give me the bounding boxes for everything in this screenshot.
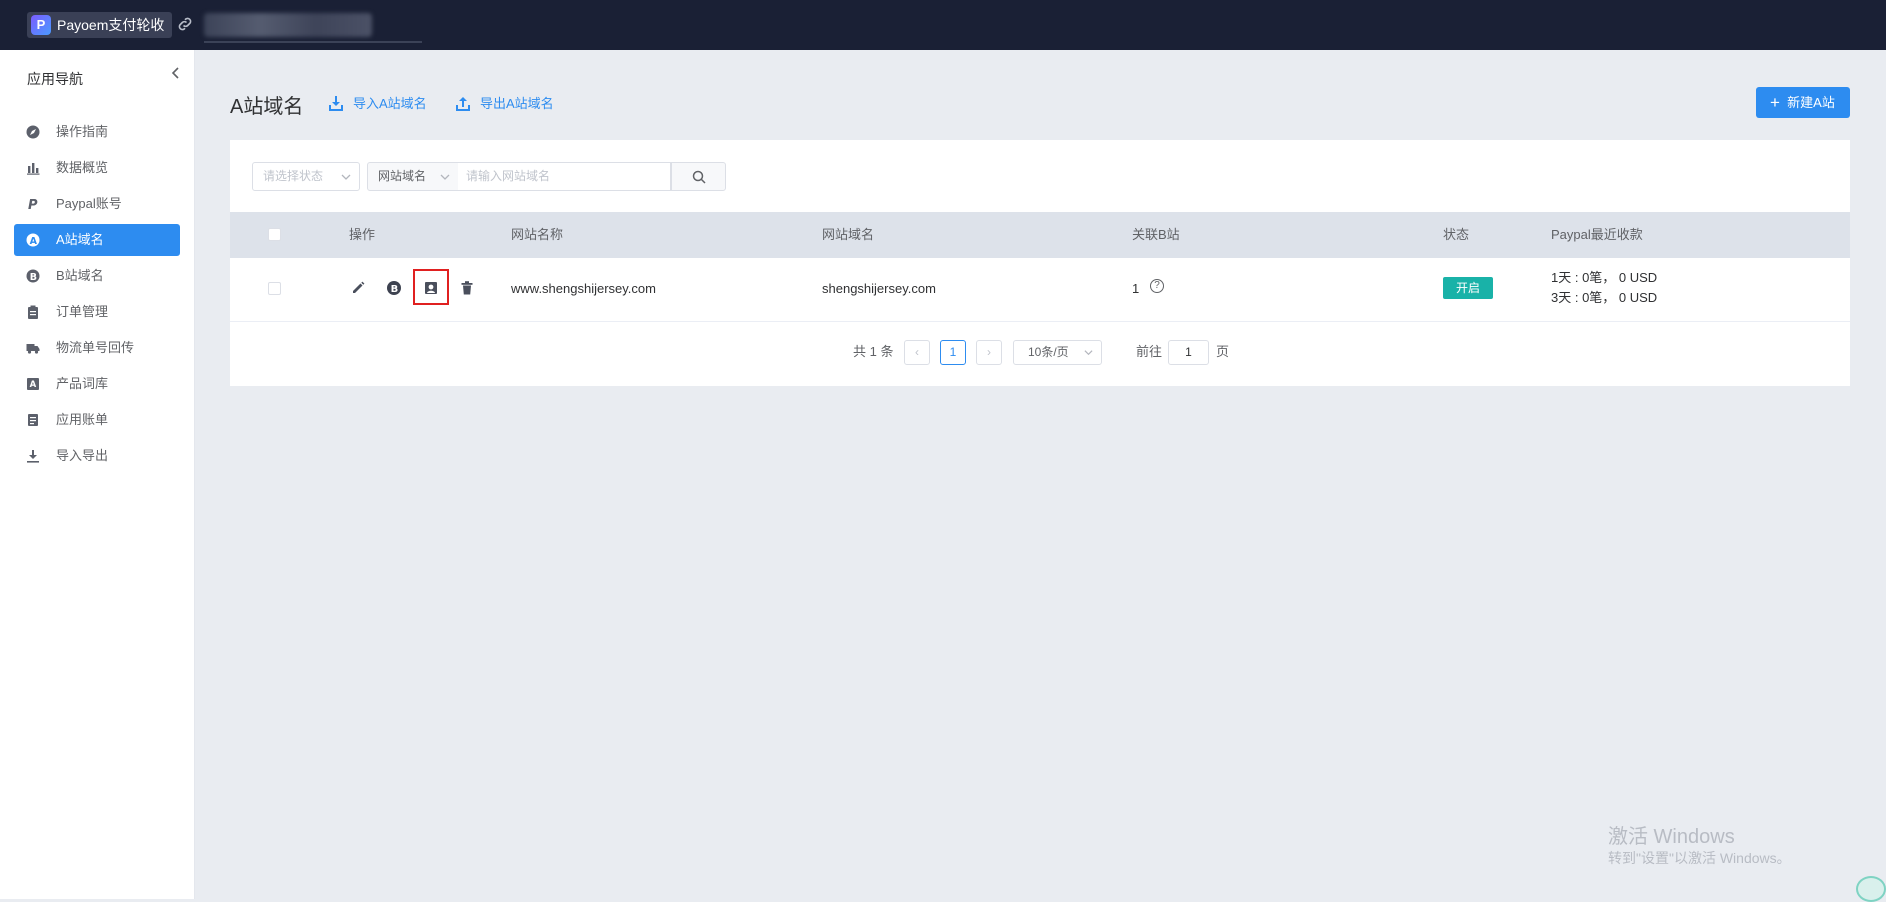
next-page-button[interactable]: ›: [976, 340, 1002, 365]
column-header: 状态: [1443, 227, 1470, 242]
sidebar-item-label: 数据概览: [56, 160, 109, 175]
sidebar-title: 应用导航: [27, 71, 83, 87]
column-header: 操作: [349, 227, 376, 242]
truck-icon: [26, 344, 40, 354]
sidebar-item-label: 物流单号回传: [56, 340, 135, 355]
new-a-site-button[interactable]: + 新建A站: [1756, 87, 1850, 118]
download-icon: [27, 450, 39, 463]
highlight-box: [413, 269, 449, 305]
app-brand-label: Payoem支付轮收: [57, 17, 165, 33]
export-a-domain-label: 导出A站域名: [480, 96, 554, 111]
redacted-url: [204, 13, 372, 37]
chevron-down-icon: [1084, 350, 1093, 356]
select-all-checkbox[interactable]: [268, 228, 281, 241]
sidebar-item-bills[interactable]: 应用账单: [14, 404, 180, 436]
redacted-url-underline: [204, 41, 422, 43]
app-logo-icon: P: [31, 15, 51, 35]
help-circle-icon[interactable]: ?: [1150, 279, 1164, 293]
column-header: 网站名称: [511, 227, 564, 242]
sidebar-item-label: 操作指南: [56, 124, 109, 139]
domain-cell: shengshijersey.com: [822, 281, 936, 296]
chevron-down-icon: [341, 174, 351, 180]
chevron-down-icon: [440, 174, 450, 180]
sidebar-item-overview[interactable]: 数据概览: [14, 152, 180, 184]
app-brand[interactable]: P Payoem支付轮收: [27, 12, 173, 38]
import-a-domain-label: 导入A站域名: [353, 96, 427, 111]
domain-search-input[interactable]: 请输入网站域名: [458, 162, 671, 191]
sidebar-item-label: A站域名: [56, 232, 104, 247]
page-unit-label: 页: [1216, 344, 1230, 359]
site-name-cell: www.shengshijersey.com: [511, 281, 656, 296]
search-field-select-value: 网站域名: [378, 169, 427, 183]
linked-b-count: 1: [1132, 281, 1140, 296]
table-row: B www.shengshijersey.com shengshijersey.…: [230, 258, 1850, 322]
recent-receipt-3day: 3天 : 0笔， 0 USD: [1551, 290, 1658, 305]
sidebar: 应用导航 操作指南 数据概览 P Paypal账号 A A站域名 B B站域名 …: [0, 50, 195, 899]
column-header: 网站域名: [822, 227, 875, 242]
svg-text:A: A: [30, 380, 37, 390]
import-icon: [329, 96, 343, 111]
pagination-total: 共 1 条: [853, 344, 894, 359]
new-a-site-label: 新建A站: [1787, 95, 1835, 110]
recent-receipt-1day: 1天 : 0笔， 0 USD: [1551, 270, 1658, 285]
search-field-select[interactable]: 网站域名: [367, 162, 459, 191]
activation-watermark-title: 激活 Windows: [1608, 826, 1735, 848]
page-number-current[interactable]: 1: [940, 340, 966, 365]
goto-page-input[interactable]: 1: [1168, 340, 1209, 365]
sidebar-item-import-export[interactable]: 导入导出: [14, 440, 180, 472]
content-card: 请选择状态 网站域名 请输入网站域名 操作 网站名称 网站域名 关联B站 状态 …: [230, 140, 1850, 386]
status-select[interactable]: 请选择状态: [252, 162, 360, 191]
sidebar-item-logistics[interactable]: 物流单号回传: [14, 332, 180, 364]
svg-text:P: P: [28, 198, 38, 211]
compass-icon: [26, 125, 40, 139]
column-header: Paypal最近收款: [1551, 227, 1643, 242]
svg-text:B: B: [30, 272, 37, 283]
sidebar-item-label: 产品词库: [56, 376, 109, 391]
sidebar-item-a-domain[interactable]: A A站域名: [14, 224, 180, 256]
sidebar-item-label: 导入导出: [56, 448, 109, 463]
sidebar-item-dictionary[interactable]: A 产品词库: [14, 368, 180, 400]
status-badge: 开启: [1443, 277, 1493, 299]
sidebar-item-guide[interactable]: 操作指南: [14, 116, 180, 148]
bar-chart-icon: [27, 163, 40, 175]
import-a-domain-link[interactable]: 导入A站域名: [327, 95, 427, 113]
sidebar-item-label: Paypal账号: [56, 196, 122, 211]
activation-watermark-subtitle: 转到"设置"以激活 Windows。: [1608, 850, 1791, 866]
sidebar-item-label: B站域名: [56, 268, 104, 283]
b-site-icon-letter: B: [391, 284, 399, 295]
goto-label: 前往: [1136, 344, 1163, 359]
delete-trash-icon[interactable]: [459, 280, 475, 296]
plus-icon: +: [1770, 93, 1780, 112]
page-size-value: 10条/页: [1028, 345, 1069, 359]
svg-text:A: A: [30, 236, 38, 247]
floating-assistant-icon[interactable]: [1856, 876, 1886, 902]
letter-b-icon: B: [26, 269, 40, 283]
sidebar-item-label: 应用账单: [56, 412, 109, 427]
sidebar-item-orders[interactable]: 订单管理: [14, 296, 180, 328]
table-header: 操作 网站名称 网站域名 关联B站 状态 Paypal最近收款: [230, 212, 1850, 258]
prev-page-button[interactable]: ‹: [904, 340, 930, 365]
edit-pencil-icon[interactable]: [350, 280, 366, 296]
link-icon[interactable]: [176, 15, 194, 33]
sidebar-item-b-domain[interactable]: B B站域名: [14, 260, 180, 292]
row-checkbox[interactable]: [268, 282, 281, 295]
status-select-placeholder: 请选择状态: [263, 169, 324, 183]
sidebar-item-label: 订单管理: [56, 304, 109, 319]
b-site-icon[interactable]: B: [386, 280, 402, 296]
export-a-domain-link[interactable]: 导出A站域名: [454, 95, 554, 113]
bill-icon: [28, 414, 38, 426]
dictionary-icon: A: [27, 378, 39, 390]
collapse-chevron-icon[interactable]: [169, 66, 183, 80]
column-header: 关联B站: [1132, 227, 1180, 242]
sidebar-item-paypal[interactable]: P Paypal账号: [14, 188, 180, 220]
search-button[interactable]: [671, 162, 726, 191]
page-title: A站域名: [230, 96, 304, 118]
clipboard-icon: [28, 305, 38, 319]
page-size-select[interactable]: 10条/页: [1013, 340, 1102, 365]
search-icon: [692, 170, 706, 184]
letter-a-icon: A: [26, 233, 40, 247]
paypal-icon: P: [28, 198, 38, 211]
top-bar: P Payoem支付轮收: [0, 0, 1886, 50]
export-icon: [456, 97, 470, 111]
